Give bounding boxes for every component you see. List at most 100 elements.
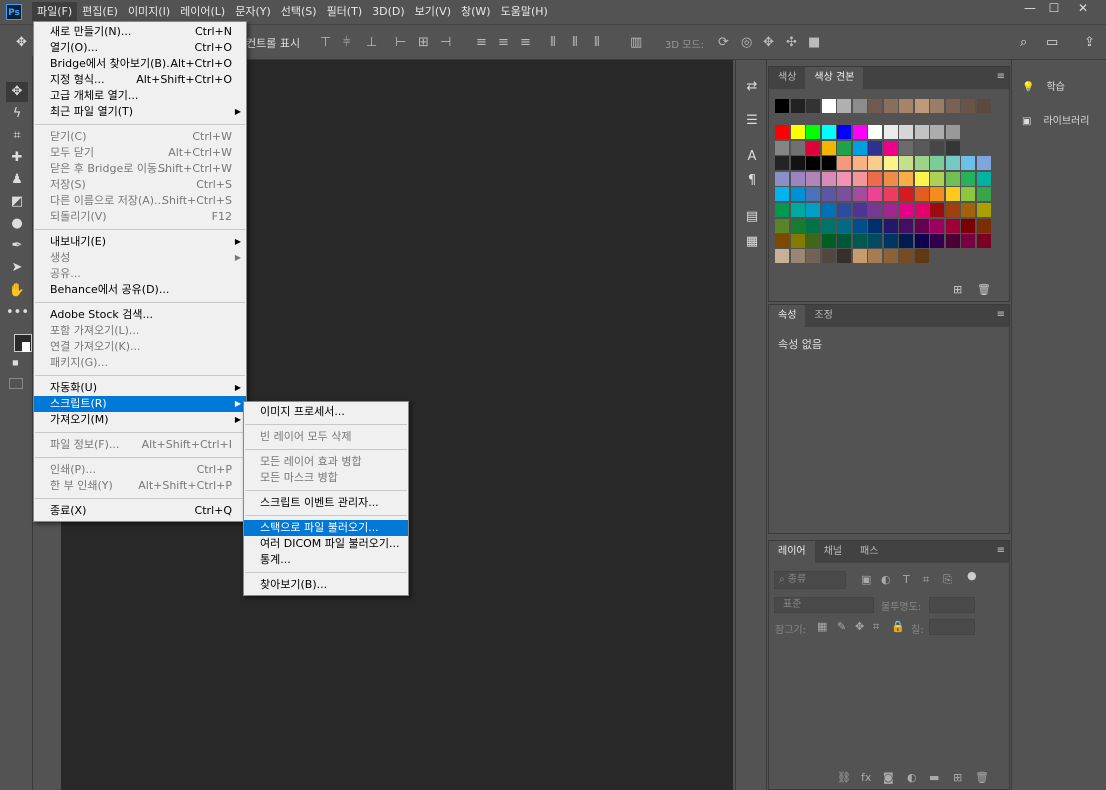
menu-3[interactable]: 레이어(L) <box>175 2 230 22</box>
color-swatch[interactable] <box>930 125 944 139</box>
fill-input[interactable] <box>929 619 975 635</box>
color-swatch[interactable] <box>790 234 805 248</box>
color-swatch[interactable] <box>806 141 820 155</box>
color-swatch[interactable] <box>883 219 898 233</box>
tab-layers[interactable]: 레이어 <box>769 541 815 563</box>
3d-orbit-icon[interactable]: ⟳ <box>718 35 729 50</box>
menu-item[interactable]: 공유... <box>34 266 246 282</box>
3d-roll-icon[interactable]: ◎ <box>741 35 752 50</box>
distribute-left-icon[interactable]: ⦀ <box>550 35 556 50</box>
color-swatch[interactable] <box>852 172 867 186</box>
color-swatch[interactable] <box>837 99 851 113</box>
tab-channels[interactable]: 채널 <box>815 541 851 563</box>
distribute-vcenter-icon[interactable]: ≡ <box>498 35 509 50</box>
layer-filter-select[interactable]: ⌕ 종류 <box>774 571 846 589</box>
color-swatch[interactable] <box>883 172 898 186</box>
tab-swatches[interactable]: 색상 견본 <box>805 67 864 89</box>
color-swatch[interactable] <box>775 172 789 186</box>
lock-pixels-icon[interactable]: ✎ <box>837 620 846 633</box>
crop-tool-icon[interactable]: ⌗ <box>6 126 28 146</box>
color-swatch[interactable] <box>852 234 867 248</box>
color-swatch[interactable] <box>837 249 851 263</box>
color-swatch[interactable] <box>806 99 820 113</box>
color-swatch[interactable] <box>775 203 789 217</box>
color-swatch[interactable] <box>806 219 820 233</box>
color-swatch[interactable] <box>837 234 851 248</box>
color-swatch[interactable] <box>914 156 929 170</box>
menu-item[interactable]: 종료(X) Ctrl+Q <box>34 503 246 519</box>
color-swatch[interactable] <box>868 187 882 201</box>
distribute-right-icon[interactable]: ⦀ <box>594 35 600 50</box>
lock-transparent-icon[interactable]: ▦ <box>817 620 827 633</box>
properties-icon[interactable]: ☰ <box>743 112 761 130</box>
group-icon[interactable]: ▬ <box>929 771 939 784</box>
filter-pixel-icon[interactable]: ▣ <box>861 573 871 586</box>
color-swatch[interactable] <box>930 203 944 217</box>
color-swatch[interactable] <box>899 234 913 248</box>
color-swatch[interactable] <box>790 125 805 139</box>
menu-item[interactable]: 패키지(G)... <box>34 355 246 371</box>
distribute-hcenter-icon[interactable]: ⦀ <box>572 35 578 50</box>
panel-menu-icon[interactable]: ≡ <box>997 309 1005 320</box>
color-swatch[interactable] <box>961 156 975 170</box>
blend-mode-select[interactable]: 표준 <box>774 597 874 613</box>
menu-item[interactable]: 가져오기(M) ▶ <box>34 412 246 428</box>
menu-item[interactable]: 포함 가져오기(L)... <box>34 323 246 339</box>
quick-mask-icon[interactable] <box>9 378 23 389</box>
trash-icon[interactable]: 🗑 <box>975 771 989 784</box>
color-swatch[interactable] <box>868 156 882 170</box>
menu-8[interactable]: 보기(V) <box>410 2 456 22</box>
color-swatch[interactable] <box>883 187 898 201</box>
character-icon[interactable]: A <box>743 148 761 166</box>
menu-item[interactable]: 모든 레이어 효과 병합 <box>244 454 408 470</box>
color-swatch[interactable] <box>899 125 913 139</box>
pen-tool-icon[interactable]: ✒ <box>6 236 28 256</box>
color-swatch[interactable] <box>806 125 820 139</box>
add-mask-icon[interactable]: ◙ <box>883 771 894 784</box>
color-swatch[interactable] <box>852 187 867 201</box>
color-swatch[interactable] <box>914 172 929 186</box>
color-swatch[interactable] <box>868 172 882 186</box>
color-swatch[interactable] <box>806 156 820 170</box>
color-swatch[interactable] <box>852 249 867 263</box>
panel-menu-icon[interactable]: ≡ <box>997 71 1005 82</box>
menu-item[interactable]: Bridge에서 찾아보기(B)... Alt+Ctrl+O <box>34 56 246 72</box>
color-swatch[interactable] <box>790 219 805 233</box>
color-swatch[interactable] <box>837 156 851 170</box>
color-swatch[interactable] <box>852 125 867 139</box>
libraries-item[interactable]: ▣ 라이브러리 <box>1022 112 1089 132</box>
menu-item[interactable]: 닫기(C) Ctrl+W <box>34 129 246 145</box>
color-swatch[interactable] <box>883 141 898 155</box>
menu-10[interactable]: 도움말(H) <box>496 2 553 22</box>
color-swatch[interactable] <box>806 249 820 263</box>
color-swatch[interactable] <box>821 249 836 263</box>
menu-item[interactable]: 이미지 프로세서... <box>244 404 408 420</box>
color-swatch[interactable] <box>852 203 867 217</box>
color-swatch[interactable] <box>930 219 944 233</box>
filter-type-icon[interactable]: T <box>903 573 910 586</box>
color-swatch[interactable] <box>899 203 913 217</box>
color-swatch[interactable] <box>821 125 836 139</box>
color-swatch[interactable] <box>868 125 882 139</box>
menu-5[interactable]: 선택(S) <box>276 2 322 22</box>
color-swatch[interactable] <box>976 219 991 233</box>
color-swatch[interactable] <box>976 99 991 113</box>
hand-tool-icon[interactable]: ✋ <box>6 281 28 301</box>
link-layers-icon[interactable]: ⛓ <box>837 771 851 784</box>
maximize-icon[interactable]: ☐ <box>1039 0 1069 18</box>
color-swatch[interactable] <box>961 99 975 113</box>
color-swatch[interactable] <box>961 219 975 233</box>
menu-item[interactable]: 연결 가져오기(K)... <box>34 339 246 355</box>
menu-item[interactable]: 자동화(U) ▶ <box>34 380 246 396</box>
panel-menu-icon[interactable]: ≡ <box>997 545 1005 556</box>
color-swatch[interactable] <box>976 234 991 248</box>
3d-scale-icon[interactable]: ■ <box>808 35 820 50</box>
menu-item[interactable]: 스크립트(R) ▶ <box>34 396 246 412</box>
color-swatch[interactable] <box>821 172 836 186</box>
align-top-icon[interactable]: ⊤ <box>320 35 331 50</box>
show-transform-controls-label[interactable]: 컨트롤 표시 <box>246 35 300 51</box>
menu-item[interactable]: 되돌리기(V) F12 <box>34 209 246 225</box>
color-swatch[interactable] <box>976 187 991 201</box>
menu-item[interactable]: Behance에서 공유(D)... <box>34 282 246 298</box>
color-swatch[interactable] <box>837 203 851 217</box>
